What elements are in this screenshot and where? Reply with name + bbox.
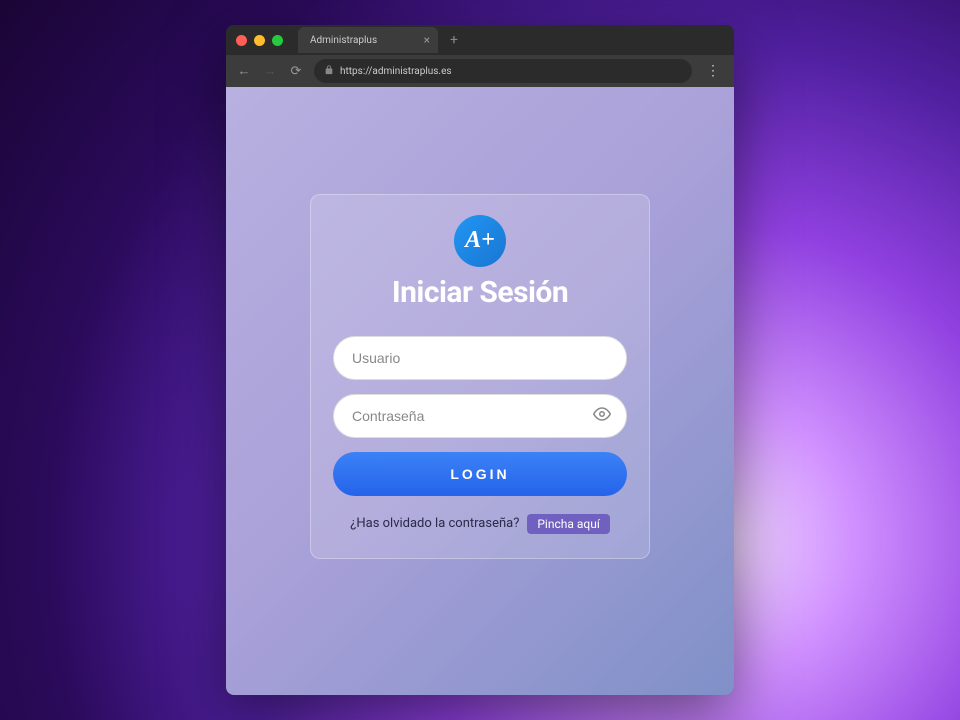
title-bar: Administraplus × +: [226, 25, 734, 55]
page-content: A+ Iniciar Sesión LOGIN ¿Has olvida: [226, 87, 734, 695]
login-button[interactable]: LOGIN: [333, 452, 627, 496]
forgot-password-text: ¿Has olvidado la contraseña?: [350, 516, 519, 531]
browser-tab[interactable]: Administraplus ×: [298, 27, 438, 53]
lock-icon: [324, 65, 334, 78]
window-controls: [236, 35, 283, 46]
url-input[interactable]: https://administraplus.es: [314, 59, 692, 83]
password-input[interactable]: [333, 394, 627, 438]
toggle-password-visibility-icon[interactable]: [593, 405, 611, 427]
minimize-window-button[interactable]: [254, 35, 265, 46]
url-text: https://administraplus.es: [340, 66, 452, 77]
tab-title: Administraplus: [310, 35, 377, 46]
login-card: A+ Iniciar Sesión LOGIN ¿Has olvida: [310, 194, 650, 559]
maximize-window-button[interactable]: [272, 35, 283, 46]
login-title: Iniciar Sesión: [392, 275, 568, 310]
back-button[interactable]: ←: [236, 63, 252, 79]
browser-window: Administraplus × + ← → ⟳ https://adminis…: [226, 25, 734, 695]
close-tab-icon[interactable]: ×: [424, 33, 430, 47]
password-wrapper: [333, 394, 627, 452]
new-tab-button[interactable]: +: [438, 32, 470, 48]
forward-button[interactable]: →: [262, 63, 278, 79]
reload-button[interactable]: ⟳: [288, 64, 304, 79]
browser-menu-button[interactable]: ⋮: [702, 63, 724, 79]
forgot-password-row: ¿Has olvidado la contraseña? Pincha aquí: [350, 514, 610, 534]
logo: A+: [454, 215, 506, 267]
logo-text: A+: [465, 227, 495, 254]
address-bar: ← → ⟳ https://administraplus.es ⋮: [226, 55, 734, 87]
forgot-password-link[interactable]: Pincha aquí: [527, 514, 609, 534]
close-window-button[interactable]: [236, 35, 247, 46]
username-input[interactable]: [333, 336, 627, 380]
